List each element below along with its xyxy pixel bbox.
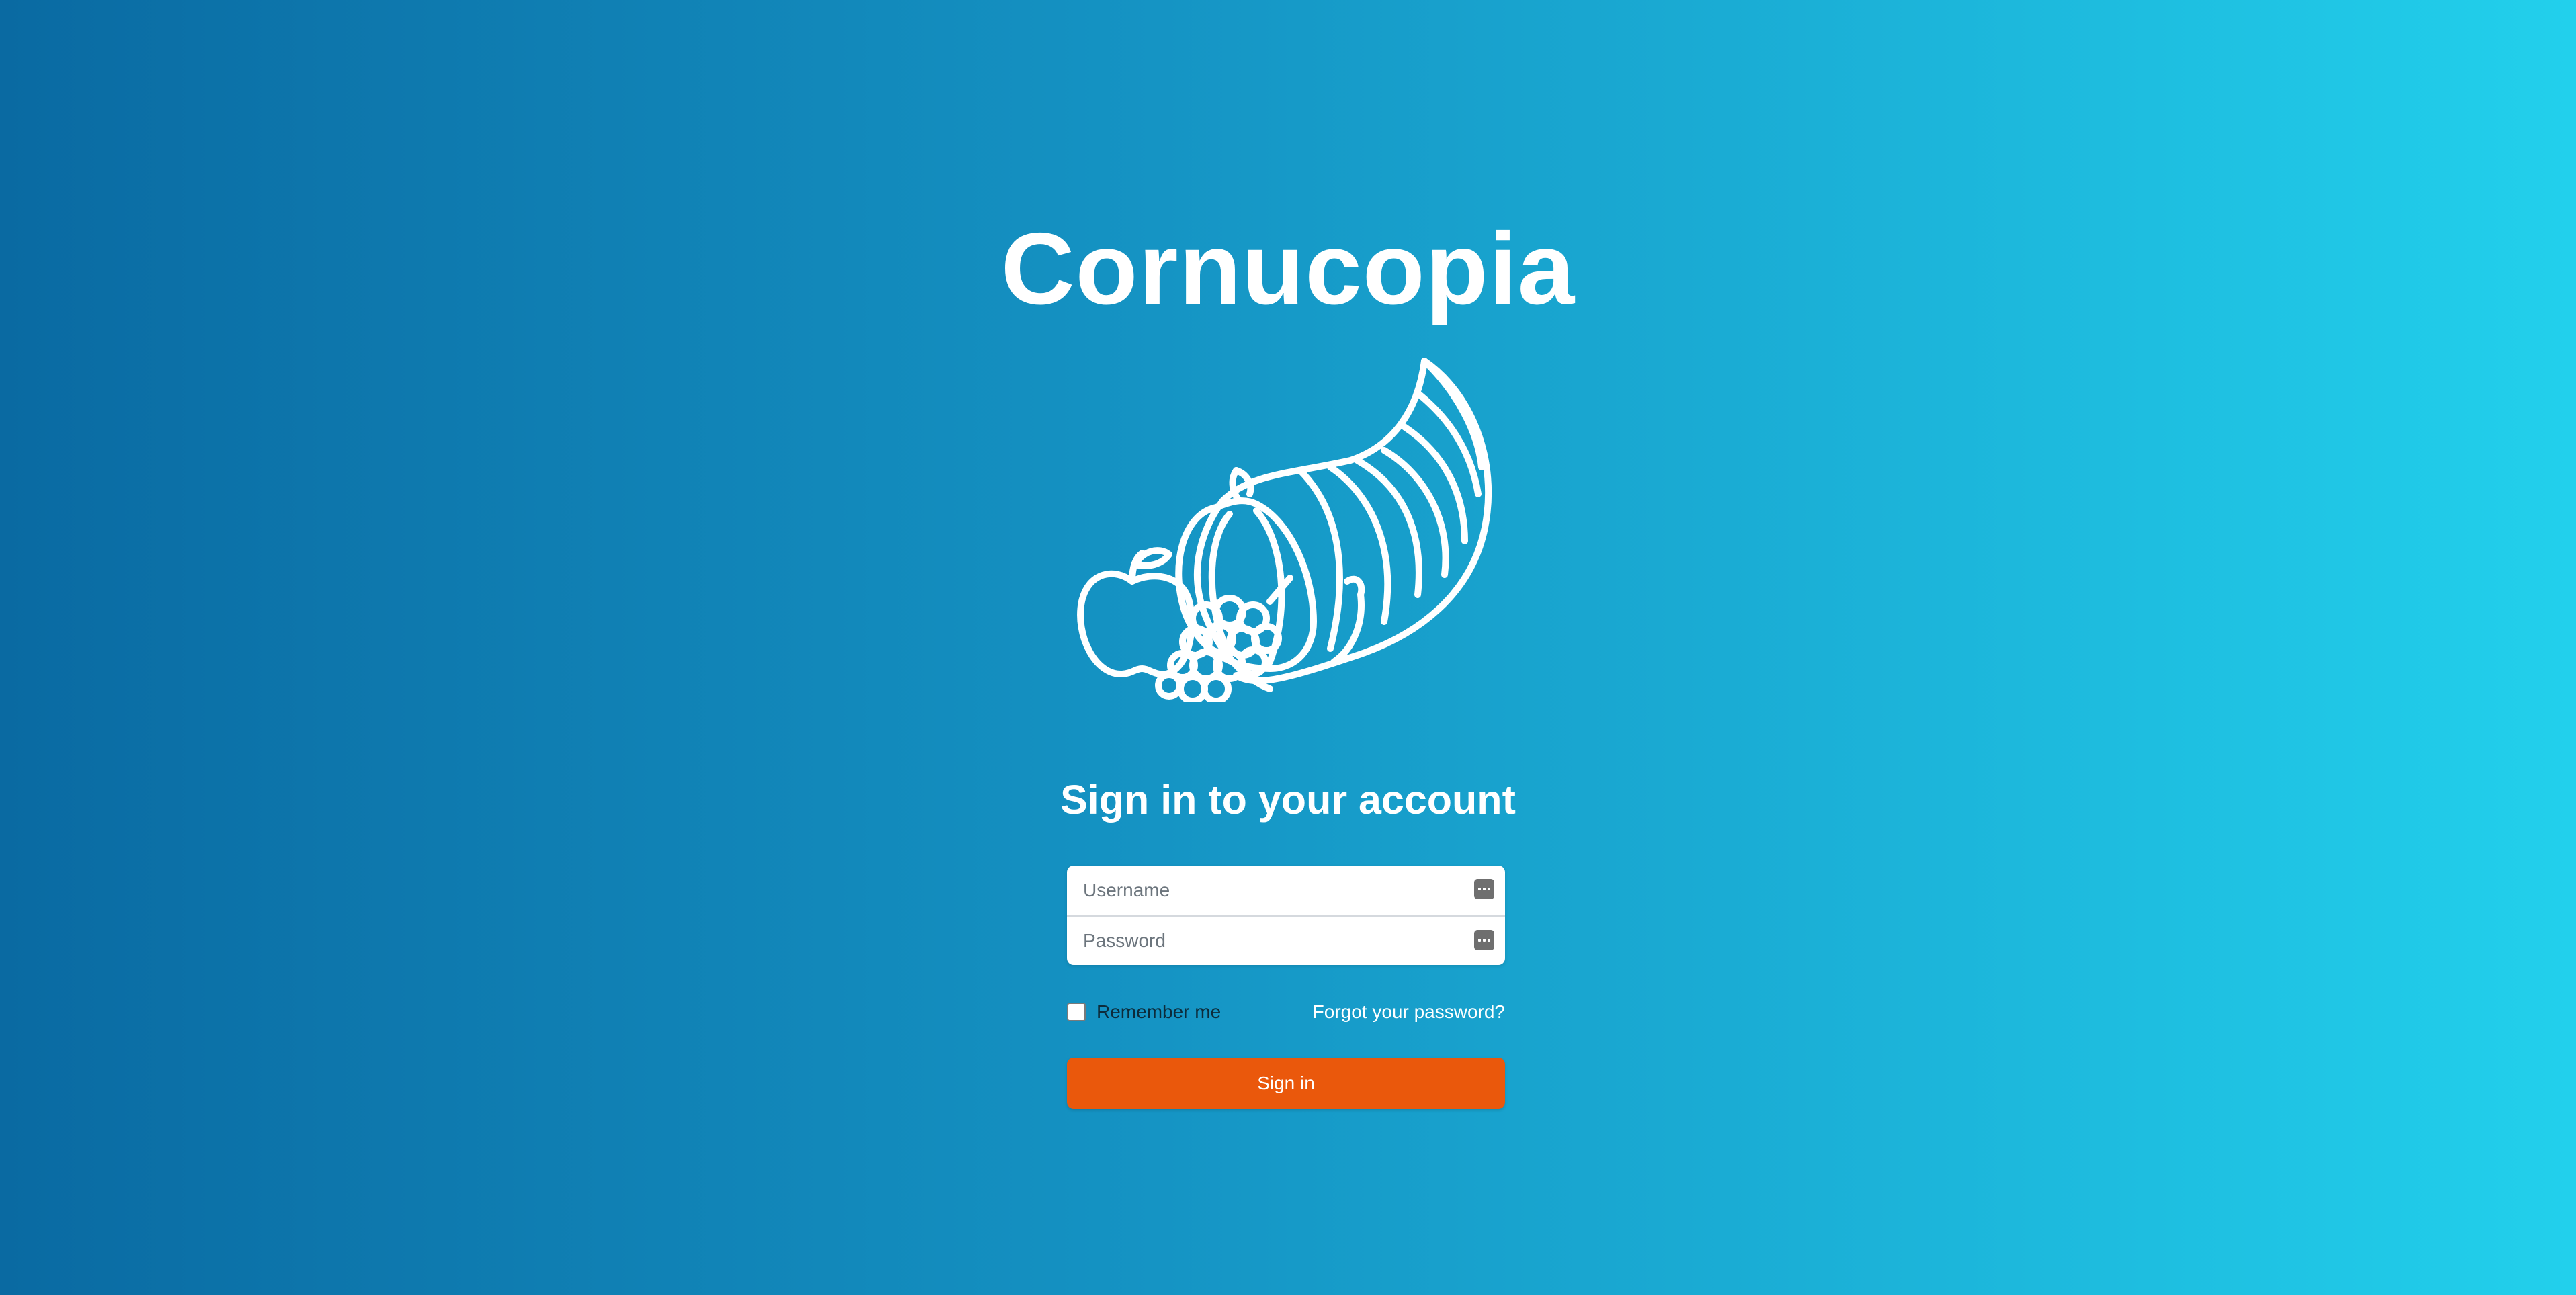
username-field-wrapper [1067,866,1505,915]
sign-in-button[interactable]: Sign in [1067,1058,1505,1109]
remember-me-control[interactable]: Remember me [1067,999,1221,1026]
form-heading: Sign in to your account [1060,777,1516,823]
keyboard-icon[interactable] [1474,930,1494,950]
remember-me-label: Remember me [1097,1001,1221,1022]
cornucopia-icon [1077,358,1492,702]
password-field-wrapper [1067,915,1505,965]
password-input[interactable] [1067,917,1505,965]
username-input[interactable] [1067,866,1505,915]
forgot-password-link[interactable]: Forgot your password? [1313,999,1505,1026]
form-options-row: Remember me Forgot your password? [1067,999,1505,1026]
credentials-field-group [1067,866,1505,965]
keyboard-icon[interactable] [1474,879,1494,899]
app-title: Cornucopia [1000,212,1576,326]
remember-me-checkbox[interactable] [1067,1003,1086,1021]
